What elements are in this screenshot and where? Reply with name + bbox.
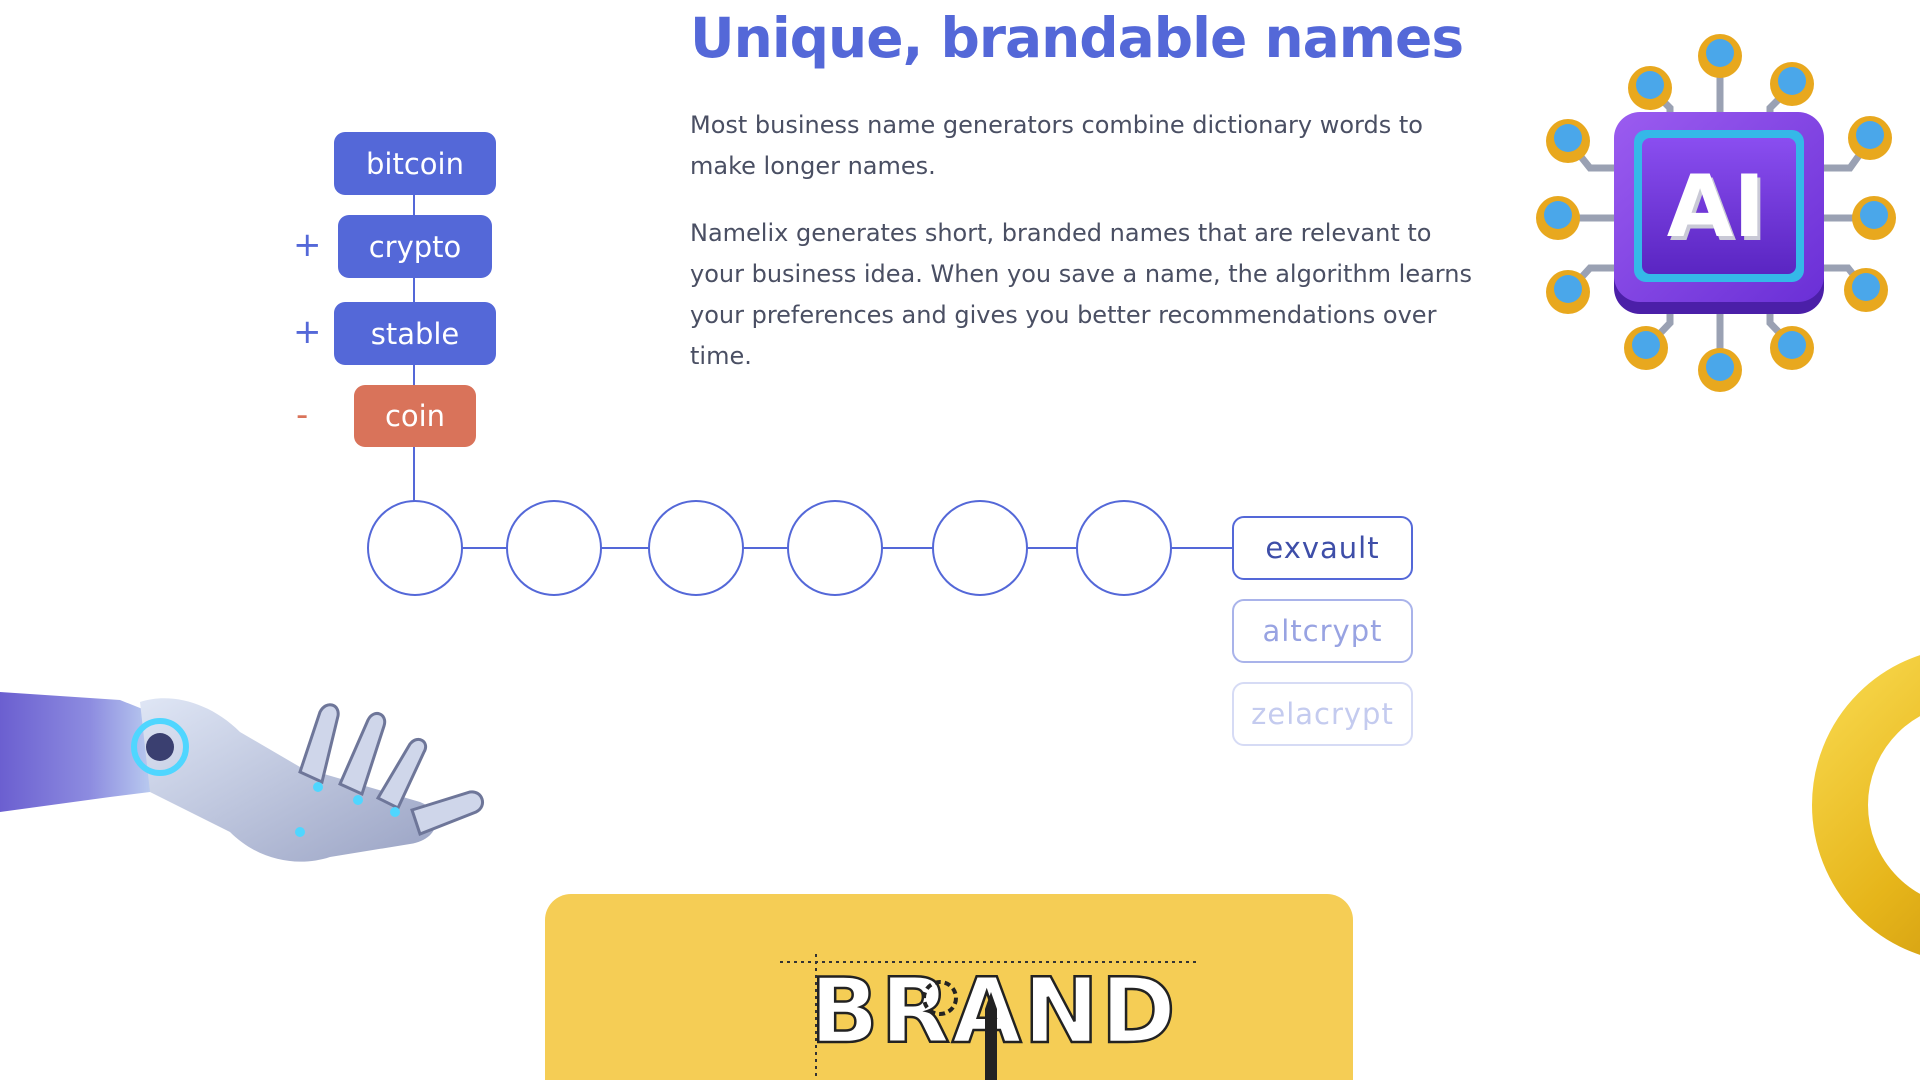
ai-chip-icon: AI AI: [1536, 34, 1896, 392]
word-chip-bitcoin: bitcoin: [334, 132, 496, 195]
neural-node: [506, 500, 602, 596]
gold-ring-icon: [1812, 655, 1920, 955]
word-chip-crypto: crypto: [338, 215, 492, 278]
brand-card: BRAND: [545, 894, 1353, 1080]
pencil-icon: [985, 992, 997, 1080]
result-name-altcrypt: altcrypt: [1232, 599, 1413, 663]
brand-logo: BRAND: [780, 954, 1200, 1080]
neural-node: [1076, 500, 1172, 596]
robot-hand-icon: [0, 692, 485, 862]
intro-paragraph: Most business name generators combine di…: [690, 111, 1423, 180]
plus-operator: +: [293, 225, 322, 265]
plus-operator: +: [293, 312, 322, 352]
neural-node: [787, 500, 883, 596]
ai-chip-label: AI: [1667, 157, 1766, 257]
neural-node: [367, 500, 463, 596]
neural-node: [932, 500, 1028, 596]
word-chip-coin: coin: [354, 385, 476, 447]
word-chip-stable: stable: [334, 302, 496, 365]
result-name-zelacrypt: zelacrypt: [1232, 682, 1413, 746]
description-paragraph: Namelix generates short, branded names t…: [690, 219, 1472, 370]
result-name-exvault: exvault: [1232, 516, 1413, 580]
section-title: Unique, brandable names: [690, 6, 1464, 70]
neural-node: [648, 500, 744, 596]
minus-operator: -: [296, 395, 309, 435]
